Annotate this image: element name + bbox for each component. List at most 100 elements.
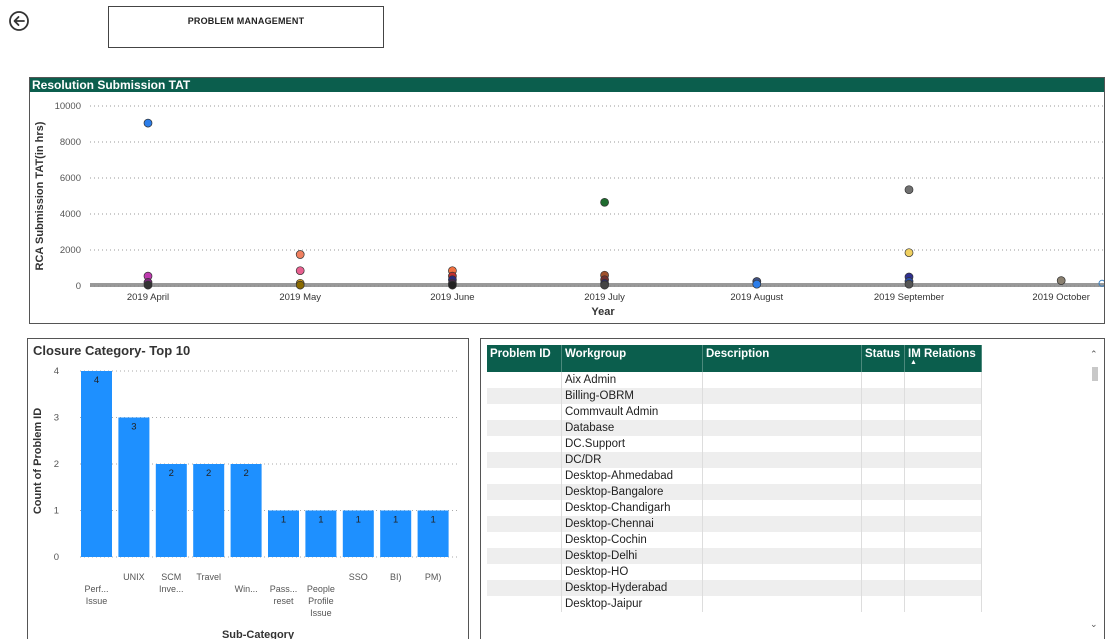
cell-description: [702, 388, 862, 404]
cell-description: [702, 436, 862, 452]
cell-im-relations: [904, 436, 982, 452]
data-label: 4: [94, 375, 99, 386]
data-label: 3: [131, 422, 136, 433]
column-header-problem-id[interactable]: Problem ID: [487, 345, 562, 372]
x-tick-label: 2019 September: [874, 292, 944, 303]
cell-status: [861, 452, 905, 468]
table-row[interactable]: Desktop-HO: [487, 564, 982, 580]
y-tick-label: 0: [54, 552, 59, 563]
cell-workgroup: Desktop-Chennai: [561, 516, 703, 532]
cell-im-relations: [904, 404, 982, 420]
sort-ascending-icon: ▲: [910, 359, 917, 366]
cell-status: [861, 468, 905, 484]
scatter-point: [904, 248, 914, 258]
scroll-thumb[interactable]: [1092, 367, 1098, 381]
column-header-im-relations[interactable]: IM Relations ▲: [904, 345, 982, 372]
cell-status: [861, 404, 905, 420]
y-tick-label: 2: [54, 459, 59, 470]
cell-status: [861, 372, 905, 388]
table-row[interactable]: DC/DR: [487, 452, 982, 468]
cell-status: [861, 532, 905, 548]
page-title: PROBLEM MANAGEMENT: [108, 6, 384, 48]
chevron-down-icon[interactable]: ⌄: [1090, 619, 1098, 630]
cell-status: [861, 580, 905, 596]
table-row[interactable]: Database: [487, 420, 982, 436]
table-row[interactable]: Desktop-Chandigarh: [487, 500, 982, 516]
cell-description: [702, 372, 862, 388]
cell-im-relations: [904, 596, 982, 612]
x-tick-label: 2019 May: [279, 292, 321, 303]
x-tick-label: People: [307, 584, 335, 594]
column-header-workgroup[interactable]: Workgroup: [561, 345, 703, 372]
cell-description: [702, 452, 862, 468]
x-tick-label: Pass...: [270, 584, 298, 594]
x-tick-label: SCM: [161, 572, 181, 582]
cell-description: [702, 404, 862, 420]
cell-status: [861, 596, 905, 612]
cell-im-relations: [904, 532, 982, 548]
bar: [81, 371, 112, 557]
table-row[interactable]: Commvault Admin: [487, 404, 982, 420]
y-tick-label: 4: [54, 366, 59, 377]
x-tick-label: UNIX: [123, 572, 145, 582]
data-label: 2: [169, 468, 174, 479]
cell-description: [702, 468, 862, 484]
x-tick-label: Travel: [196, 572, 221, 582]
scatter-point: [295, 266, 305, 276]
table-row[interactable]: Desktop-Hyderabad: [487, 580, 982, 596]
scatter-point: [600, 197, 609, 207]
cell-problem-id: [487, 580, 562, 596]
cell-problem-id: [487, 548, 562, 564]
data-label: 1: [356, 515, 361, 526]
cell-workgroup: Desktop-Chandigarh: [561, 500, 703, 516]
x-tick-label: 2019 July: [584, 292, 625, 303]
cell-im-relations: [904, 516, 982, 532]
table-row[interactable]: DC.Support: [487, 436, 982, 452]
cell-workgroup: Desktop-Cochin: [561, 532, 703, 548]
scatter-point: [448, 280, 457, 290]
cell-workgroup: Database: [561, 420, 703, 436]
table-row[interactable]: Desktop-Chennai: [487, 516, 982, 532]
column-header-status[interactable]: Status: [861, 345, 905, 372]
cell-status: [861, 420, 905, 436]
cell-im-relations: [904, 580, 982, 596]
table-scrollbar[interactable]: ⌃ ⌄: [1089, 345, 1101, 630]
cell-im-relations: [904, 420, 982, 436]
table-row[interactable]: Desktop-Delhi: [487, 548, 982, 564]
cell-workgroup: Aix Admin: [561, 372, 703, 388]
data-label: 1: [430, 515, 435, 526]
table-row[interactable]: Desktop-Jaipur: [487, 596, 982, 612]
back-arrow-icon[interactable]: [8, 10, 30, 32]
cell-description: [702, 548, 862, 564]
table-row[interactable]: Aix Admin: [487, 372, 982, 388]
x-tick-label: Issue: [310, 608, 332, 618]
cell-workgroup: Desktop-Bangalore: [561, 484, 703, 500]
cell-description: [702, 596, 862, 612]
cell-workgroup: DC/DR: [561, 452, 703, 468]
table-row[interactable]: Desktop-Bangalore: [487, 484, 982, 500]
resolution-submission-tat-chart[interactable]: Resolution Submission TAT 0 2000 4000 6000 8…: [29, 77, 1105, 324]
y-tick-label: 0: [76, 281, 81, 292]
x-tick-label: 2019 June: [430, 292, 474, 303]
table-row[interactable]: Desktop-Cochin: [487, 532, 982, 548]
closure-category-chart[interactable]: Closure Category- Top 10 0 1 2 3 4 Count of P…: [27, 338, 469, 639]
chevron-up-icon[interactable]: ⌃: [1090, 349, 1098, 360]
scatter-point: [1056, 276, 1066, 285]
x-tick-label: Perf...: [84, 584, 108, 594]
table-row[interactable]: Billing-OBRM: [487, 388, 982, 404]
cell-problem-id: [487, 388, 562, 404]
cell-status: [861, 564, 905, 580]
table-row[interactable]: Desktop-Ahmedabad: [487, 468, 982, 484]
scatter-point: [143, 280, 153, 290]
scatter-point: [295, 250, 305, 259]
x-tick-label: Profile: [308, 596, 334, 606]
cell-workgroup: DC.Support: [561, 436, 703, 452]
problem-table-panel[interactable]: Problem ID Workgroup Description Status …: [480, 338, 1105, 639]
cell-im-relations: [904, 452, 982, 468]
column-header-description[interactable]: Description: [702, 345, 862, 372]
scatter-point: [295, 280, 305, 290]
scatter-point: [600, 280, 609, 290]
cell-status: [861, 388, 905, 404]
scatter-plot: 0 2000 4000 6000 8000 10000 RCA Submission TAT…: [34, 101, 1104, 318]
x-axis-label: Year: [591, 306, 615, 318]
